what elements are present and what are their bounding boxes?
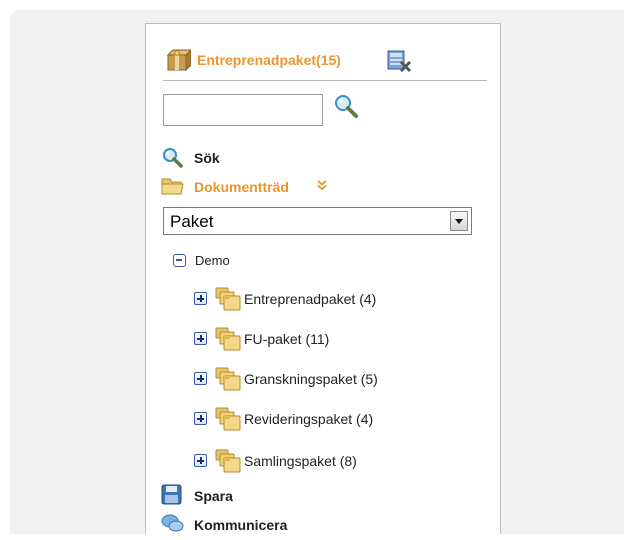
- folder-stack-icon: [214, 326, 244, 357]
- expand-icon[interactable]: [194, 454, 207, 467]
- tree-item[interactable]: Samlingspaket (8): [194, 448, 454, 473]
- tree-type-select[interactable]: Paket: [163, 207, 472, 235]
- folder-stack-icon: [214, 286, 244, 317]
- dropdown-arrow-icon[interactable]: [450, 211, 468, 231]
- clear-filter-icon[interactable]: [387, 48, 413, 79]
- expand-icon[interactable]: [194, 372, 207, 385]
- folder-stack-icon: [214, 448, 244, 479]
- folder-icon: [161, 175, 185, 202]
- nav-kommunicera-label: Kommunicera: [194, 517, 288, 533]
- tree-item[interactable]: Revideringspaket (4): [194, 406, 454, 431]
- tree-item[interactable]: Granskningspaket (5): [194, 366, 454, 391]
- chat-bubbles-icon: [161, 513, 185, 540]
- search-icon: [161, 146, 185, 175]
- tree-item-label: Revideringspaket (4): [244, 411, 374, 427]
- tree-item-label: Granskningspaket (5): [244, 371, 378, 387]
- tree-item-label: Entreprenadpaket (4): [244, 291, 377, 307]
- expand-icon[interactable]: [194, 332, 207, 345]
- nav-spara-label: Spara: [194, 488, 233, 504]
- collapse-icon[interactable]: [173, 254, 186, 267]
- package-title: Entreprenadpaket(15): [197, 52, 341, 68]
- folder-stack-icon: [214, 406, 244, 437]
- search-icon[interactable]: [332, 92, 360, 125]
- search-input[interactable]: [163, 94, 323, 126]
- package-box-icon: [165, 47, 193, 78]
- side-panel: Entreprenadpaket(15) Sök Dokumentträd Pa…: [145, 23, 501, 534]
- chevron-double-down-icon[interactable]: [316, 179, 328, 194]
- select-value: Paket: [170, 212, 214, 231]
- tree-item-label: FU-paket (11): [244, 331, 330, 347]
- nav-dokumenttrad-label: Dokumentträd: [194, 179, 289, 195]
- tree-root-label: Demo: [195, 253, 230, 268]
- nav-sok-label: Sök: [194, 150, 220, 166]
- expand-icon[interactable]: [194, 292, 207, 305]
- folder-stack-icon: [214, 366, 244, 397]
- tree-item[interactable]: FU-paket (11): [194, 326, 454, 351]
- save-disk-icon: [161, 484, 183, 511]
- panel-header: Entreprenadpaket(15): [163, 40, 487, 81]
- tree-item[interactable]: Entreprenadpaket (4): [194, 286, 454, 311]
- expand-icon[interactable]: [194, 412, 207, 425]
- tree-item-label: Samlingspaket (8): [244, 453, 357, 469]
